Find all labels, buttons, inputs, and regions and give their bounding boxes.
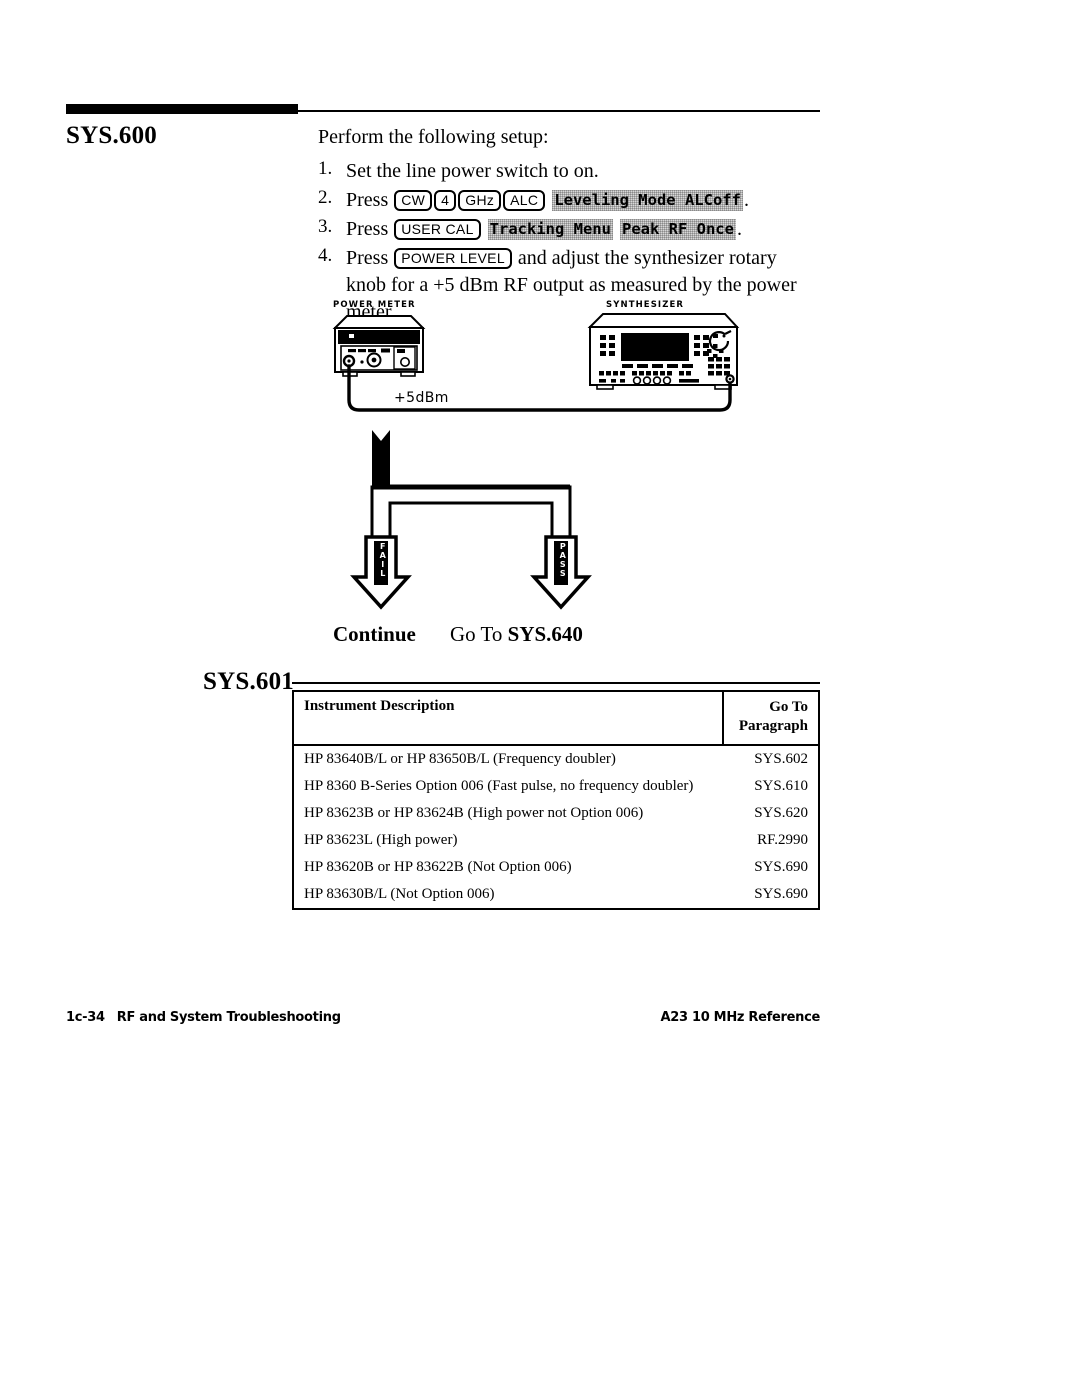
footer-right-title: A23 10 MHz Reference [660,1010,820,1025]
table-row: HP 83623L (High power) RF.2990 [293,827,819,854]
step-number: 3. [318,216,333,237]
fail-letters: FAIL [378,542,388,578]
step-body: Set the line power switch to on. [346,158,818,185]
cell-description: HP 83630B/L (Not Option 006) [304,886,495,902]
flowchart: FAIL PASS [330,425,620,610]
table-body: HP 83640B/L or HP 83650B/L (Frequency do… [293,745,819,909]
step-item: 2. Press CW 4 GHz ALC Leveling Mode ALCoff. [318,187,818,214]
section-id-sys600: SYS.600 [66,122,158,149]
column-header-goto: Go To Paragraph [723,691,819,746]
table-row: HP 83640B/L or HP 83650B/L (Frequency do… [293,745,819,773]
hardkey-power-level[interactable]: POWER LEVEL [394,248,512,269]
goto-target: SYS.640 [507,622,583,646]
step-number: 4. [318,245,333,266]
pass-letters: PASS [558,542,568,578]
step-item: 3. Press USER CAL Tracking Menu Peak RF … [318,216,818,243]
cell-goto: RF.2990 [757,832,808,848]
flow-arrows [350,430,592,610]
hardkey-ghz[interactable]: GHz [458,190,502,211]
cell-description: HP 83623L (High power) [304,832,458,848]
softkey-tracking-menu[interactable]: Tracking Menu [488,219,613,240]
table-head: Instrument Description Go To Paragraph [293,691,819,746]
goto-header-line1: Go To [769,699,808,715]
step-text: Set the line power switch to on. [346,160,599,182]
table-row: HP 83623B or HP 83624B (High power not O… [293,800,819,827]
table-row: HP 8360 B-Series Option 006 (Fast pulse,… [293,773,819,800]
header-rule [66,104,820,114]
cell-description: HP 8360 B-Series Option 006 (Fast pulse,… [304,778,694,794]
goto-prefix: Go To [450,622,508,646]
table-row: HP 83630B/L (Not Option 006) SYS.690 [293,881,819,909]
header-rule-thin [298,110,820,112]
step-punctuation: . [743,189,749,211]
step-text: Press [346,247,389,269]
equipment-setup-diagram: POWER METER SYNTHESIZER +5dBm [325,300,745,430]
cell-description: HP 83640B/L or HP 83650B/L (Frequency do… [304,751,616,767]
goto-header-line2: Paragraph [738,718,808,734]
setup-illustration [332,313,740,412]
hardkey-user-cal[interactable]: USER CAL [394,219,481,240]
cell-goto: SYS.610 [754,778,808,794]
cell-goto: SYS.690 [754,886,808,902]
cell-goto: SYS.602 [754,751,808,767]
hardkey-4[interactable]: 4 [434,190,457,211]
hardkey-cw[interactable]: CW [394,190,433,211]
step-body: Press CW 4 GHz ALC Leveling Mode ALCoff. [346,187,818,214]
step-item: 1. Set the line power switch to on. [318,158,818,185]
column-header-description: Instrument Description [293,691,725,746]
section-id-sys601: SYS.601 [203,668,295,695]
cable-power-label: +5dBm [394,390,449,406]
cell-goto: SYS.620 [754,805,808,821]
step-number: 1. [318,158,333,179]
pass-arrow-label: PASS [554,542,570,582]
cell-goto: SYS.690 [754,859,808,875]
step-number: 2. [318,187,333,208]
fail-arrow-label: FAIL [374,542,390,582]
header-rule-thick [66,104,298,114]
step-punctuation: . [736,218,742,240]
intro-text: Perform the following setup: [318,126,549,148]
pass-outcome-label: Go To SYS.640 [450,622,583,647]
footer-left-title: RF and System Troubleshooting [116,1010,341,1025]
table-header-row: Instrument Description Go To Paragraph [293,691,819,746]
instrument-table: Instrument Description Go To Paragraph H… [292,690,820,910]
cell-description: HP 83620B or HP 83622B (Not Option 006) [304,859,572,875]
step-text: Press [346,218,389,240]
footer-page-number: 1c-34 [66,1010,105,1025]
step-body: Press USER CAL Tracking Menu Peak RF Onc… [346,216,818,243]
fail-outcome-label: Continue [333,622,416,646]
page-footer: 1c-34 RF and System Troubleshooting A23 1… [66,1010,820,1030]
footer-left: 1c-34 RF and System Troubleshooting [66,1010,341,1025]
softkey-leveling-mode-alcoff[interactable]: Leveling Mode ALCoff [552,190,743,211]
section-601-rule [292,682,820,684]
instrument-table-wrap: Instrument Description Go To Paragraph H… [292,690,820,910]
table-row: HP 83620B or HP 83622B (Not Option 006) … [293,854,819,881]
softkey-peak-rf-once[interactable]: Peak RF Once [620,219,736,240]
synthesizer-label: SYNTHESIZER [606,300,685,310]
manual-page: SYS.600 Perform the following setup: 1. … [0,0,1080,1398]
power-meter-label: POWER METER [333,300,416,310]
step-text: Press [346,189,389,211]
cell-description: HP 83623B or HP 83624B (High power not O… [304,805,644,821]
hardkey-alc[interactable]: ALC [503,190,546,211]
